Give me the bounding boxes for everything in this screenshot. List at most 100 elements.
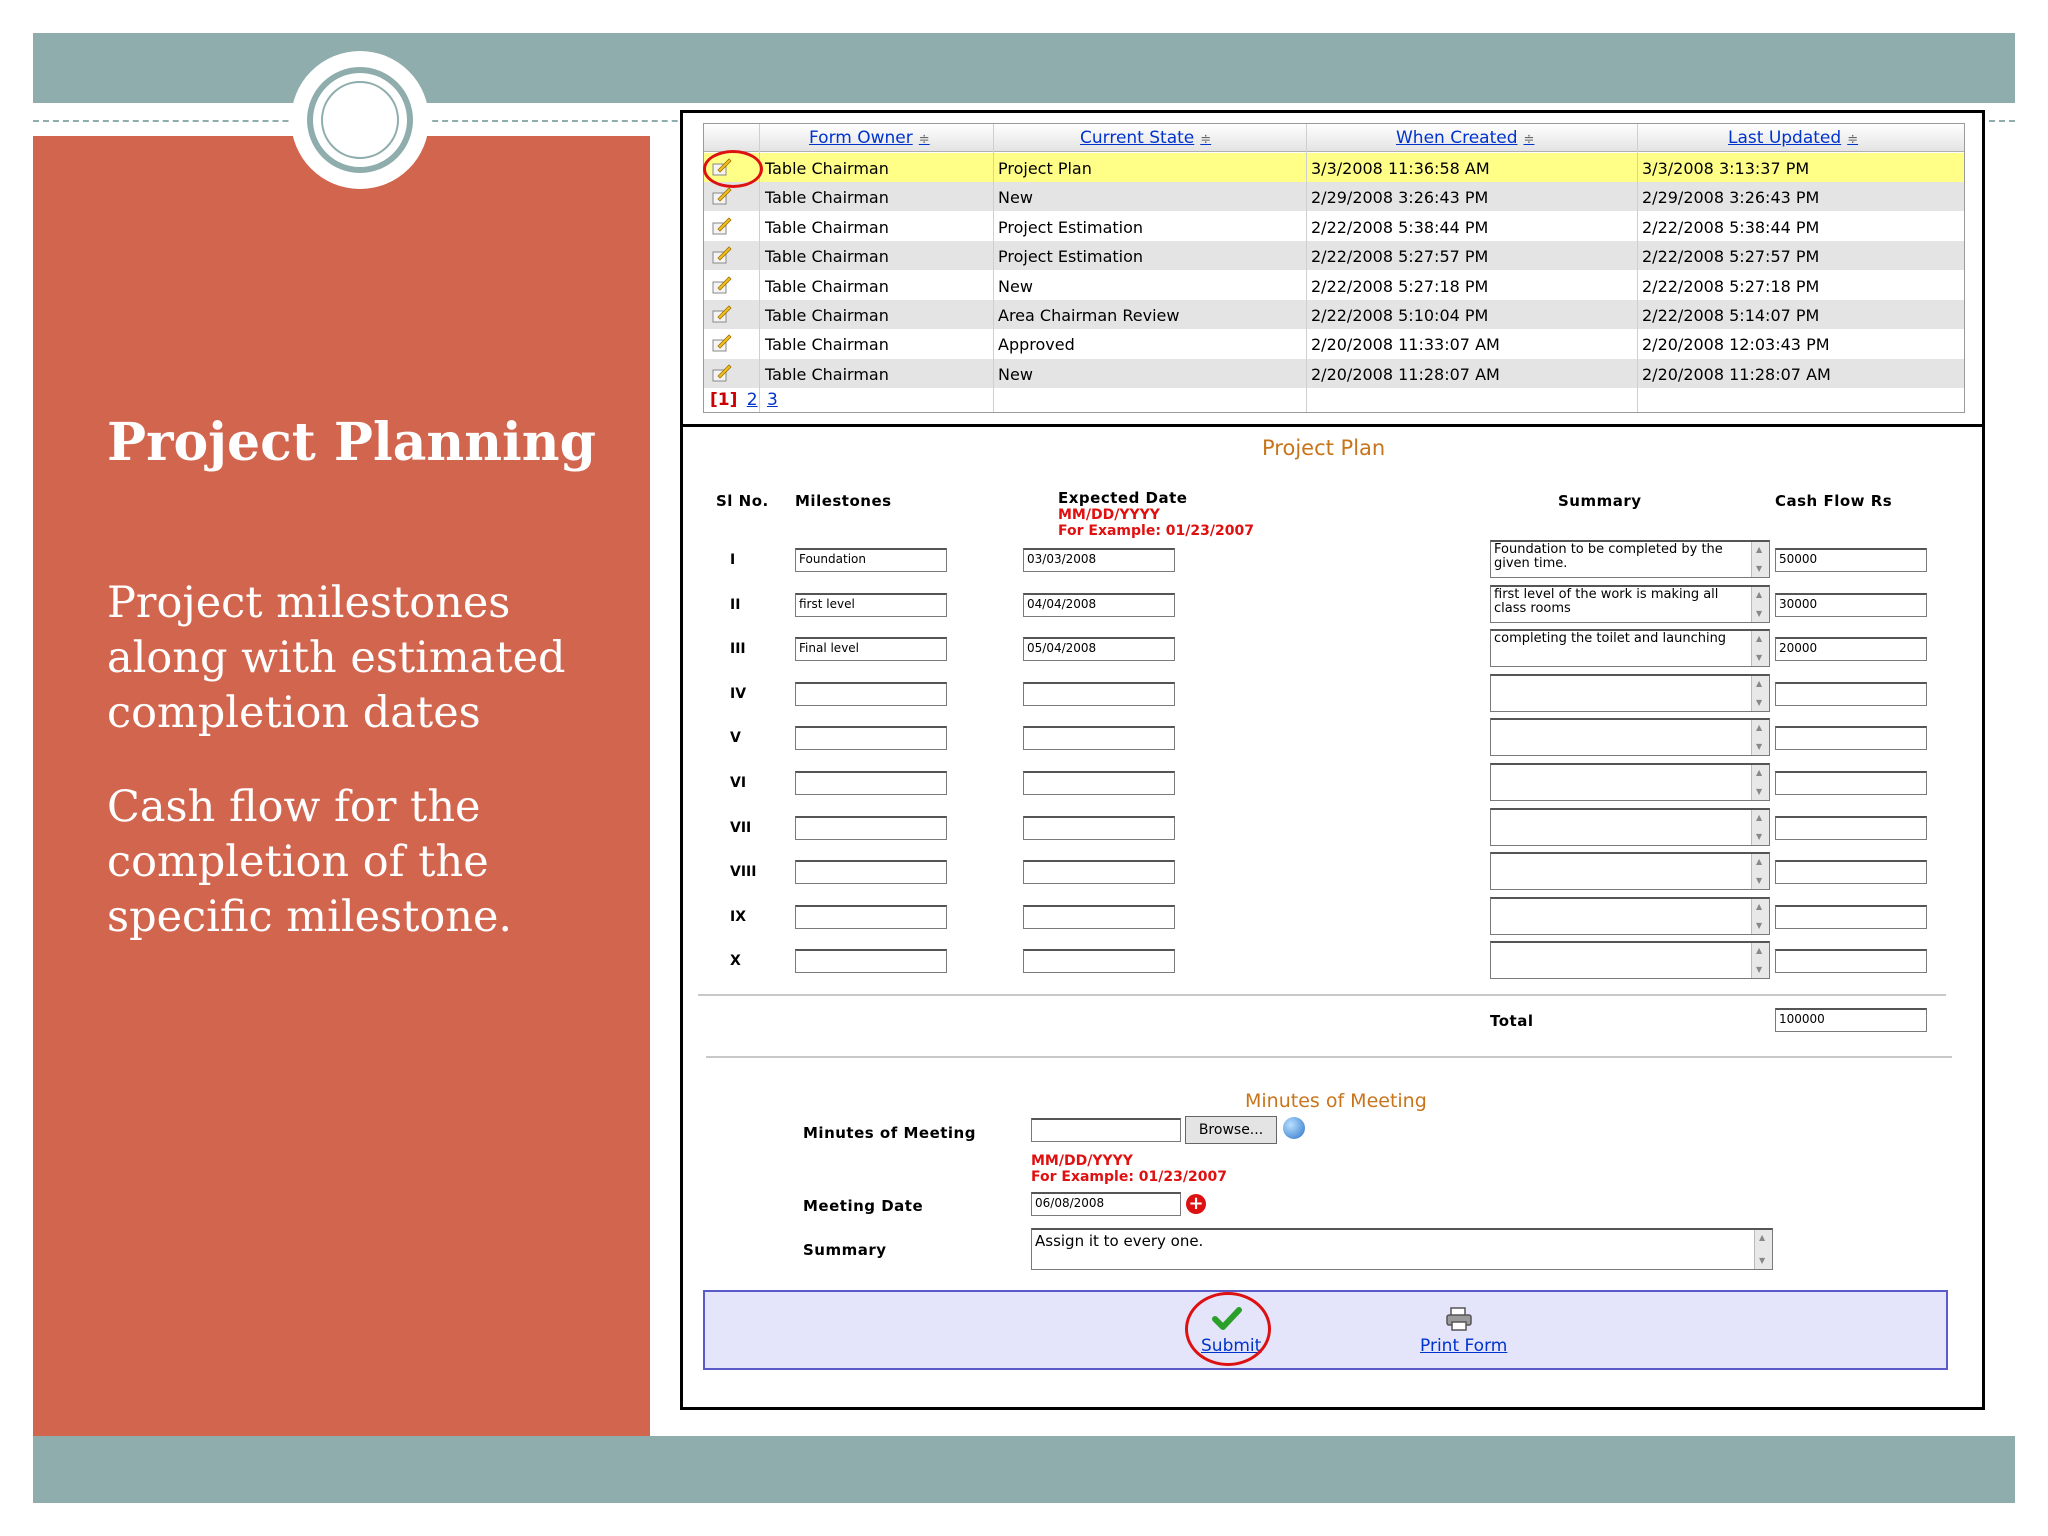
total-cash-field[interactable]: 100000: [1775, 1008, 1927, 1032]
print-form-button[interactable]: Print Form: [1420, 1336, 1507, 1356]
browse-button[interactable]: Browse...: [1185, 1116, 1277, 1144]
summary-field[interactable]: Foundation to be completed by the given …: [1490, 540, 1770, 578]
milestone-field[interactable]: Final level: [795, 637, 947, 662]
col-form-owner[interactable]: Form Owner ≑: [809, 128, 930, 148]
milestone-field[interactable]: [795, 771, 947, 795]
summary-scrollbar[interactable]: [1751, 854, 1769, 890]
summary-scrollbar[interactable]: [1751, 631, 1769, 667]
minutes-title: Minutes of Meeting: [1245, 1090, 1427, 1112]
cell-state: Project Estimation: [998, 247, 1144, 267]
summary-scrollbar[interactable]: [1751, 675, 1769, 711]
cash-flow-field[interactable]: [1775, 904, 1927, 929]
table-row[interactable]: Table Chairman Area Chairman Review 2/22/2…: [704, 300, 1964, 329]
edit-form-icon[interactable]: [712, 334, 732, 352]
slide-title: Project Planning: [107, 412, 596, 473]
add-icon[interactable]: +: [1186, 1194, 1206, 1214]
expected-date-field[interactable]: 03/03/2008: [1023, 548, 1175, 572]
table-row[interactable]: Table Chairman New 2/20/2008 11:28:07 AM 2/…: [704, 358, 1964, 388]
minutes-file-input[interactable]: [1031, 1118, 1181, 1142]
meeting-date-field[interactable]: 06/08/2008: [1031, 1192, 1181, 1216]
summary-scrollbar[interactable]: [1751, 720, 1769, 756]
summary-field[interactable]: [1490, 807, 1770, 846]
edit-form-icon[interactable]: [712, 276, 732, 294]
summary-field[interactable]: first level of the work is making all cl…: [1490, 584, 1770, 623]
cash-flow-field[interactable]: 20000: [1775, 637, 1927, 662]
table-row[interactable]: Table Chairman Approved 2/20/2008 11:33:07…: [704, 329, 1964, 359]
table-row[interactable]: Table Chairman New 2/22/2008 5:27:18 PM 2/2…: [704, 270, 1964, 300]
cash-flow-field[interactable]: [1775, 771, 1927, 795]
summary-scrollbar[interactable]: [1751, 765, 1769, 800]
summary-field[interactable]: [1490, 852, 1770, 891]
pager-page-3[interactable]: 3: [767, 390, 778, 410]
milestone-field[interactable]: [795, 860, 947, 885]
cash-flow-field[interactable]: [1775, 681, 1927, 706]
milestone-field[interactable]: [795, 726, 947, 751]
col-last-updated[interactable]: Last Updated ≑: [1728, 128, 1858, 148]
sort-icon[interactable]: ≑: [1524, 132, 1535, 147]
milestone-field[interactable]: [795, 815, 947, 840]
expected-date-field[interactable]: [1023, 771, 1175, 795]
summary-scrollbar[interactable]: [1754, 1230, 1772, 1269]
cell-updated: 2/22/2008 5:38:44 PM: [1642, 217, 1820, 237]
globe-icon[interactable]: [1283, 1117, 1305, 1139]
row-number: I: [730, 552, 736, 568]
bullet-milestones: Project milestones along with estimated …: [107, 578, 566, 738]
cell-updated: 2/22/2008 5:27:18 PM: [1642, 276, 1820, 296]
summary-scrollbar[interactable]: [1751, 542, 1769, 577]
cell-owner: Table Chairman: [765, 335, 889, 355]
summary-scrollbar[interactable]: [1751, 943, 1769, 979]
sort-icon[interactable]: ≑: [1200, 132, 1211, 147]
col-when-created[interactable]: When Created ≑: [1396, 128, 1534, 148]
expected-date-field[interactable]: [1023, 860, 1175, 885]
milestone-field[interactable]: Foundation: [795, 548, 947, 572]
row-number: VII: [730, 819, 752, 836]
summary-scrollbar[interactable]: [1751, 586, 1769, 622]
expected-date-field[interactable]: [1023, 949, 1175, 974]
expected-date-header: Expected Date: [1058, 489, 1188, 507]
col-current-state[interactable]: Current State ≑: [1080, 128, 1211, 148]
cash-flow-field[interactable]: [1775, 815, 1927, 840]
cash-flow-field[interactable]: 50000: [1775, 548, 1927, 572]
edit-form-icon[interactable]: [712, 246, 732, 264]
cash-flow-field[interactable]: 30000: [1775, 592, 1927, 617]
expected-date-field[interactable]: [1023, 815, 1175, 840]
milestone-field[interactable]: [795, 681, 947, 706]
milestone-field[interactable]: [795, 904, 947, 929]
highlight-circle: [703, 150, 763, 188]
summary-scrollbar[interactable]: [1751, 809, 1769, 845]
table-row[interactable]: Table Chairman New 2/29/2008 3:26:43 PM 2/2…: [704, 182, 1964, 212]
meeting-summary-field[interactable]: Assign it to every one.: [1031, 1228, 1773, 1270]
table-row[interactable]: Table Chairman Project Plan 3/3/2008 11:36…: [704, 153, 1964, 182]
sort-icon[interactable]: ≑: [919, 132, 930, 147]
cash-flow-field[interactable]: [1775, 949, 1927, 974]
summary-field[interactable]: completing the toilet and launching: [1490, 629, 1770, 668]
sort-icon[interactable]: ≑: [1847, 132, 1858, 147]
summary-field[interactable]: [1490, 718, 1770, 757]
circle-inner-ring: [321, 81, 399, 159]
expected-date-field[interactable]: [1023, 681, 1175, 706]
table-row[interactable]: Table Chairman Project Estimation 2/22/200…: [704, 211, 1964, 241]
edit-form-icon[interactable]: [712, 305, 732, 323]
expected-date-field[interactable]: 05/04/2008: [1023, 637, 1175, 662]
bullet-cash-flow: Cash flow for the completion of the spec…: [107, 782, 513, 942]
expected-date-field[interactable]: [1023, 726, 1175, 751]
summary-field[interactable]: [1490, 673, 1770, 712]
pager: [1] 2 3: [710, 390, 778, 410]
summary-scrollbar[interactable]: [1751, 898, 1769, 934]
expected-date-field[interactable]: 04/04/2008: [1023, 592, 1175, 617]
cash-flow-field[interactable]: [1775, 860, 1927, 885]
edit-form-icon[interactable]: [712, 217, 732, 235]
expected-date-field[interactable]: [1023, 904, 1175, 929]
edit-form-icon[interactable]: [712, 364, 732, 382]
summary-field[interactable]: [1490, 941, 1770, 980]
printer-icon[interactable]: [1444, 1306, 1474, 1332]
edit-form-icon[interactable]: [712, 187, 732, 205]
table-row[interactable]: Table Chairman Project Estimation 2/22/200…: [704, 241, 1964, 271]
pager-page-2[interactable]: 2: [747, 390, 758, 410]
cash-flow-field[interactable]: [1775, 726, 1927, 751]
cell-owner: Table Chairman: [765, 306, 889, 325]
summary-field[interactable]: [1490, 763, 1770, 801]
milestone-field[interactable]: [795, 949, 947, 974]
summary-field[interactable]: [1490, 896, 1770, 935]
milestone-field[interactable]: first level: [795, 592, 947, 617]
